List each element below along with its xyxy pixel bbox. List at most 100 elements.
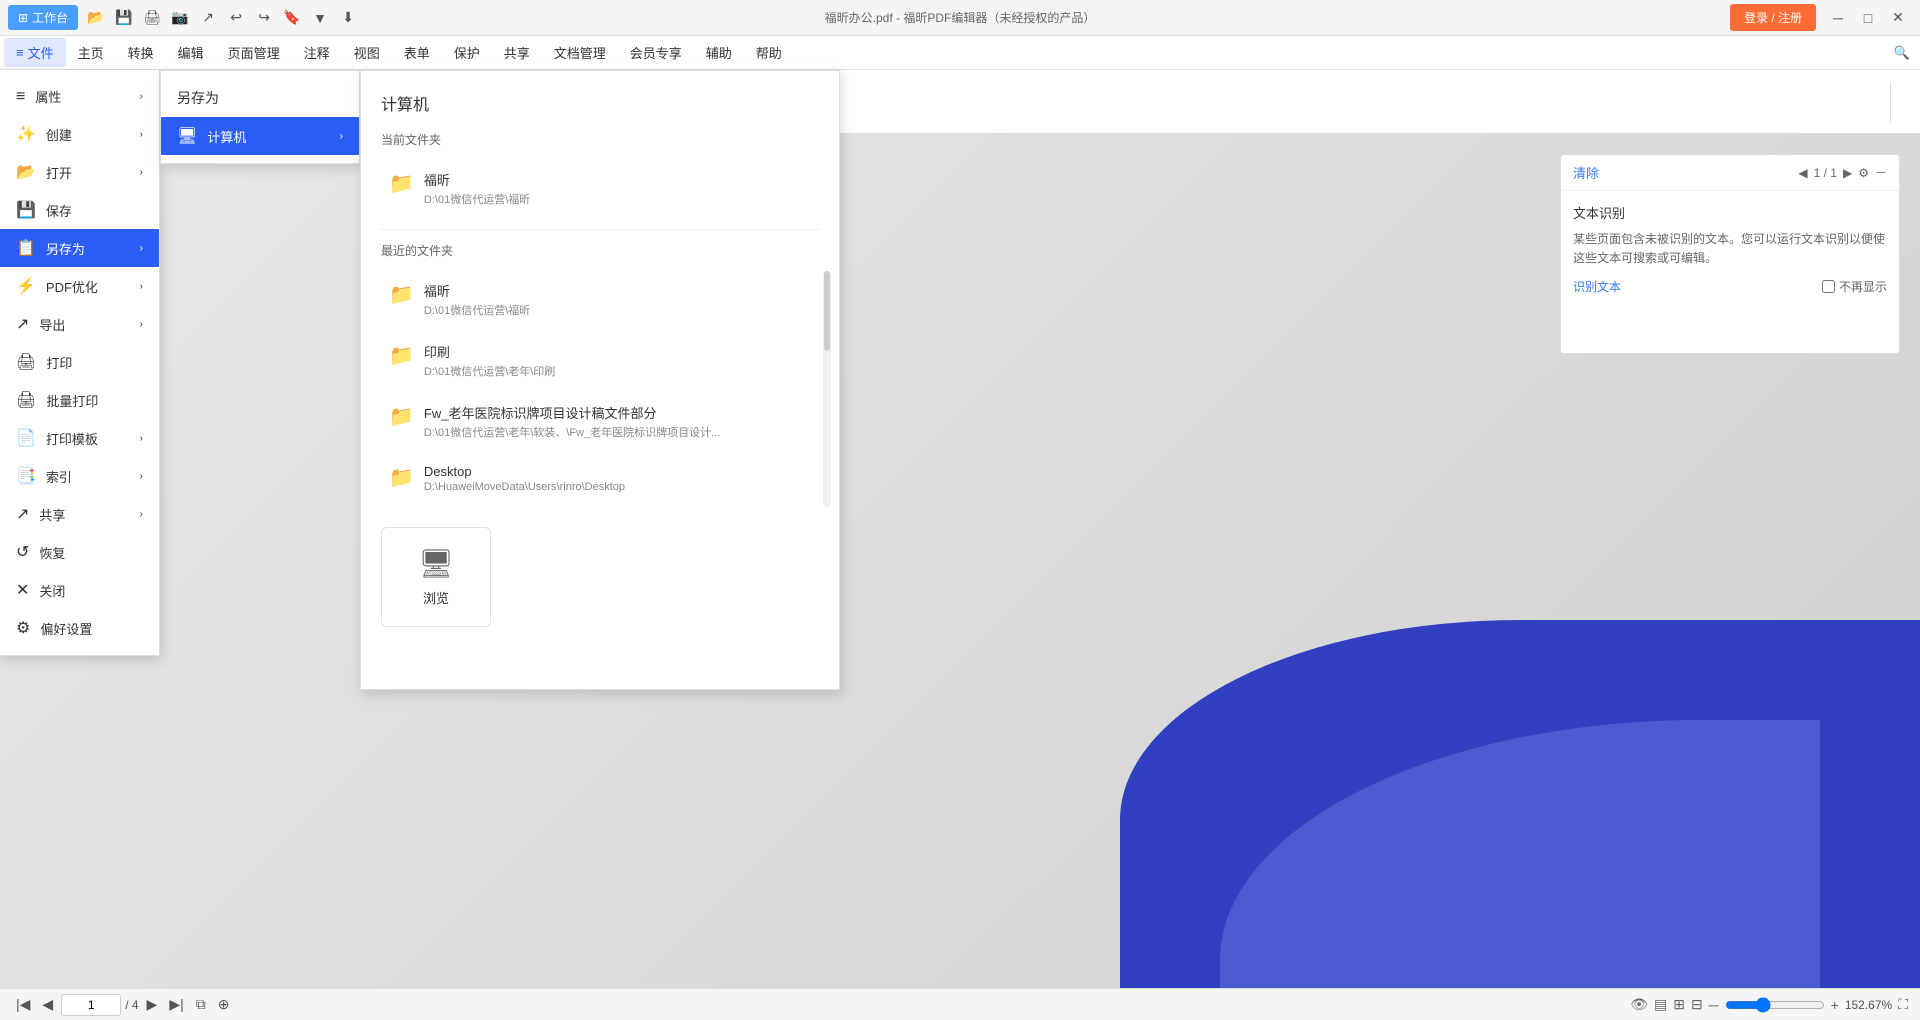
file-menu-batch-print[interactable]: 🖨 批量打印 bbox=[0, 381, 159, 419]
current-folder-item-0[interactable]: 📁 福昕 D:\01微信代运营\福昕 bbox=[381, 160, 819, 217]
file-menu-print[interactable]: 🖨 打印 bbox=[0, 343, 159, 381]
recent-folder-path-3: D:\HuaweiMoveData\Users\rinro\Desktop bbox=[424, 481, 811, 493]
recent-folder-icon-0: 📁 bbox=[389, 282, 414, 307]
browse-button[interactable]: 🖥 浏览 bbox=[381, 527, 491, 627]
recover-icon: ↺ bbox=[16, 542, 29, 562]
browse-icon: 🖥 bbox=[418, 547, 454, 580]
pdf-optimize-icon: ⚡ bbox=[16, 276, 36, 296]
recent-folder-name-1: 印刷 bbox=[424, 342, 811, 361]
file-menu-save[interactable]: 💾 保存 bbox=[0, 191, 159, 229]
open-arrow: › bbox=[140, 167, 143, 178]
share-icon: ↗ bbox=[16, 504, 29, 524]
insert-page-button[interactable]: ⊕ bbox=[214, 994, 234, 1015]
print-template-icon: 📄 bbox=[16, 428, 36, 448]
computer-arrow: › bbox=[340, 131, 343, 142]
recent-folder-name-3: Desktop bbox=[424, 464, 811, 479]
computer-icon: 🖥 bbox=[177, 126, 197, 146]
pdf-optimize-arrow: › bbox=[140, 281, 143, 292]
computer-label: 计算机 bbox=[207, 127, 246, 146]
file-menu-index[interactable]: 📑 索引 › bbox=[0, 457, 159, 495]
saveas-title-label: 另存为 bbox=[177, 88, 219, 108]
divider-1 bbox=[381, 229, 819, 230]
current-folder-path-0: D:\01微信代运营\福昕 bbox=[424, 191, 811, 207]
file-menu-open[interactable]: 📂 打开 › bbox=[0, 153, 159, 191]
file-menu-preferences[interactable]: ⚙ 偏好设置 bbox=[0, 609, 159, 647]
recent-folder-info-2: Fw_老年医院标识牌项目设计稿文件部分 D:\01微信代运营\老年\软装、\Fw… bbox=[424, 403, 811, 440]
current-folder-name-0: 福昕 bbox=[424, 170, 811, 189]
scrollbar-track[interactable] bbox=[823, 271, 831, 507]
first-page-button[interactable]: |◀ bbox=[12, 994, 34, 1015]
index-arrow: › bbox=[140, 471, 143, 482]
recent-folder-name-0: 福昕 bbox=[424, 281, 811, 300]
file-menu-recover[interactable]: ↺ 恢复 bbox=[0, 533, 159, 571]
file-menu-share[interactable]: ↗ 共享 › bbox=[0, 495, 159, 533]
save-as-icon: 📋 bbox=[16, 238, 36, 258]
file-menu-panel: ≡ 属性 › ✨ 创建 › 📂 打开 › 💾 保存 📋 另存为 › bbox=[0, 70, 160, 656]
current-folder-info-0: 福昕 D:\01微信代运营\福昕 bbox=[424, 170, 811, 207]
zoom-percent-label: 152.67% bbox=[1845, 998, 1892, 1012]
recent-folder-path-0: D:\01微信代运营\福昕 bbox=[424, 302, 811, 318]
export-label: 导出 bbox=[39, 315, 65, 334]
export-menu-icon: ↗ bbox=[16, 314, 29, 334]
zoom-slider[interactable] bbox=[1725, 997, 1825, 1013]
prev-page-button[interactable]: ◀ bbox=[38, 994, 57, 1015]
browse-label: 浏览 bbox=[423, 588, 449, 607]
file-menu-save-as[interactable]: 📋 另存为 › bbox=[0, 229, 159, 267]
recover-label: 恢复 bbox=[39, 543, 65, 562]
main-content: ▶ 从头开始 ▶ 从当前开始 🔄 循环放映 ⊞ 页面过渡 📱 手机遥控 🗑 删除… bbox=[0, 70, 1920, 1020]
recent-folder-icon-3: 📁 bbox=[389, 465, 414, 490]
properties-icon: ≡ bbox=[16, 88, 25, 106]
statusbar: |◀ ◀ / 4 ▶ ▶| ⧉ ⊕ 👁 ▤ ⊞ ⊟ ─ + 152.67% ⛶ bbox=[0, 988, 1920, 1020]
recent-folder-icon-2: 📁 bbox=[389, 404, 414, 429]
print-label: 打印 bbox=[46, 353, 72, 372]
recent-folder-icon-1: 📁 bbox=[389, 343, 414, 368]
save-as-arrow: › bbox=[140, 243, 143, 254]
recent-folder-item-2[interactable]: 📁 Fw_老年医院标识牌项目设计稿文件部分 D:\01微信代运营\老年\软装、\… bbox=[381, 393, 819, 450]
fullscreen-icon[interactable]: ⛶ bbox=[1898, 996, 1908, 1013]
computer-panel: 计算机 当前文件夹 📁 福昕 D:\01微信代运营\福昕 最近的文件夹 📁 福昕 bbox=[360, 70, 840, 690]
properties-arrow: › bbox=[140, 91, 143, 102]
recent-folder-item-3[interactable]: 📁 Desktop D:\HuaweiMoveData\Users\rinro\… bbox=[381, 454, 819, 503]
current-folder-label: 当前文件夹 bbox=[381, 131, 819, 148]
next-page-button[interactable]: ▶ bbox=[143, 994, 162, 1015]
saveas-submenu: 另存为 🖥 计算机 › bbox=[160, 70, 360, 164]
view-mode-icon-4[interactable]: ⊟ bbox=[1691, 996, 1703, 1013]
copy-page-button[interactable]: ⧉ bbox=[192, 994, 210, 1015]
index-icon: 📑 bbox=[16, 466, 36, 486]
export-arrow: › bbox=[140, 319, 143, 330]
save-label: 保存 bbox=[46, 201, 72, 220]
view-mode-icon-3[interactable]: ⊞ bbox=[1673, 996, 1685, 1013]
file-menu-properties[interactable]: ≡ 属性 › bbox=[0, 78, 159, 115]
file-menu-create[interactable]: ✨ 创建 › bbox=[0, 115, 159, 153]
create-icon: ✨ bbox=[16, 124, 36, 144]
recent-folder-item-0[interactable]: 📁 福昕 D:\01微信代运营\福昕 bbox=[381, 271, 819, 328]
zoom-out-icon[interactable]: ─ bbox=[1709, 997, 1719, 1013]
file-menu-print-template[interactable]: 📄 打印模板 › bbox=[0, 419, 159, 457]
page-navigation: |◀ ◀ / 4 ▶ ▶| ⧉ ⊕ bbox=[12, 994, 233, 1016]
saveas-computer[interactable]: 🖥 计算机 › bbox=[161, 117, 359, 155]
open-label: 打开 bbox=[46, 163, 72, 182]
save-as-label: 另存为 bbox=[46, 239, 85, 258]
recent-folder-item-1[interactable]: 📁 印刷 D:\01微信代运营\老年\印刷 bbox=[381, 332, 819, 389]
last-page-button[interactable]: ▶| bbox=[165, 994, 187, 1015]
close-icon: ✕ bbox=[16, 580, 29, 600]
file-menu-export[interactable]: ↗ 导出 › bbox=[0, 305, 159, 343]
print-icon: 🖨 bbox=[16, 352, 36, 372]
recent-folder-info-1: 印刷 D:\01微信代运营\老年\印刷 bbox=[424, 342, 811, 379]
file-menu-close[interactable]: ✕ 关闭 bbox=[0, 571, 159, 609]
print-template-label: 打印模板 bbox=[46, 429, 98, 448]
scrollbar-thumb[interactable] bbox=[824, 271, 830, 351]
view-mode-icon-1[interactable]: 👁 bbox=[1630, 996, 1648, 1013]
view-mode-icon-2[interactable]: ▤ bbox=[1654, 996, 1667, 1013]
pdf-optimize-label: PDF优化 bbox=[46, 277, 98, 296]
page-input[interactable] bbox=[61, 994, 121, 1016]
zoom-in-icon[interactable]: + bbox=[1831, 997, 1839, 1013]
preferences-icon: ⚙ bbox=[16, 618, 30, 638]
share-label: 共享 bbox=[39, 505, 65, 524]
close-label: 关闭 bbox=[39, 581, 65, 600]
batch-print-label: 批量打印 bbox=[46, 391, 98, 410]
file-menu-pdf-optimize[interactable]: ⚡ PDF优化 › bbox=[0, 267, 159, 305]
properties-label: 属性 bbox=[35, 87, 61, 106]
recent-folder-path-1: D:\01微信代运营\老年\印刷 bbox=[424, 363, 811, 379]
menu-overlay[interactable]: ≡ 属性 › ✨ 创建 › 📂 打开 › 💾 保存 📋 另存为 › bbox=[0, 0, 1920, 1020]
